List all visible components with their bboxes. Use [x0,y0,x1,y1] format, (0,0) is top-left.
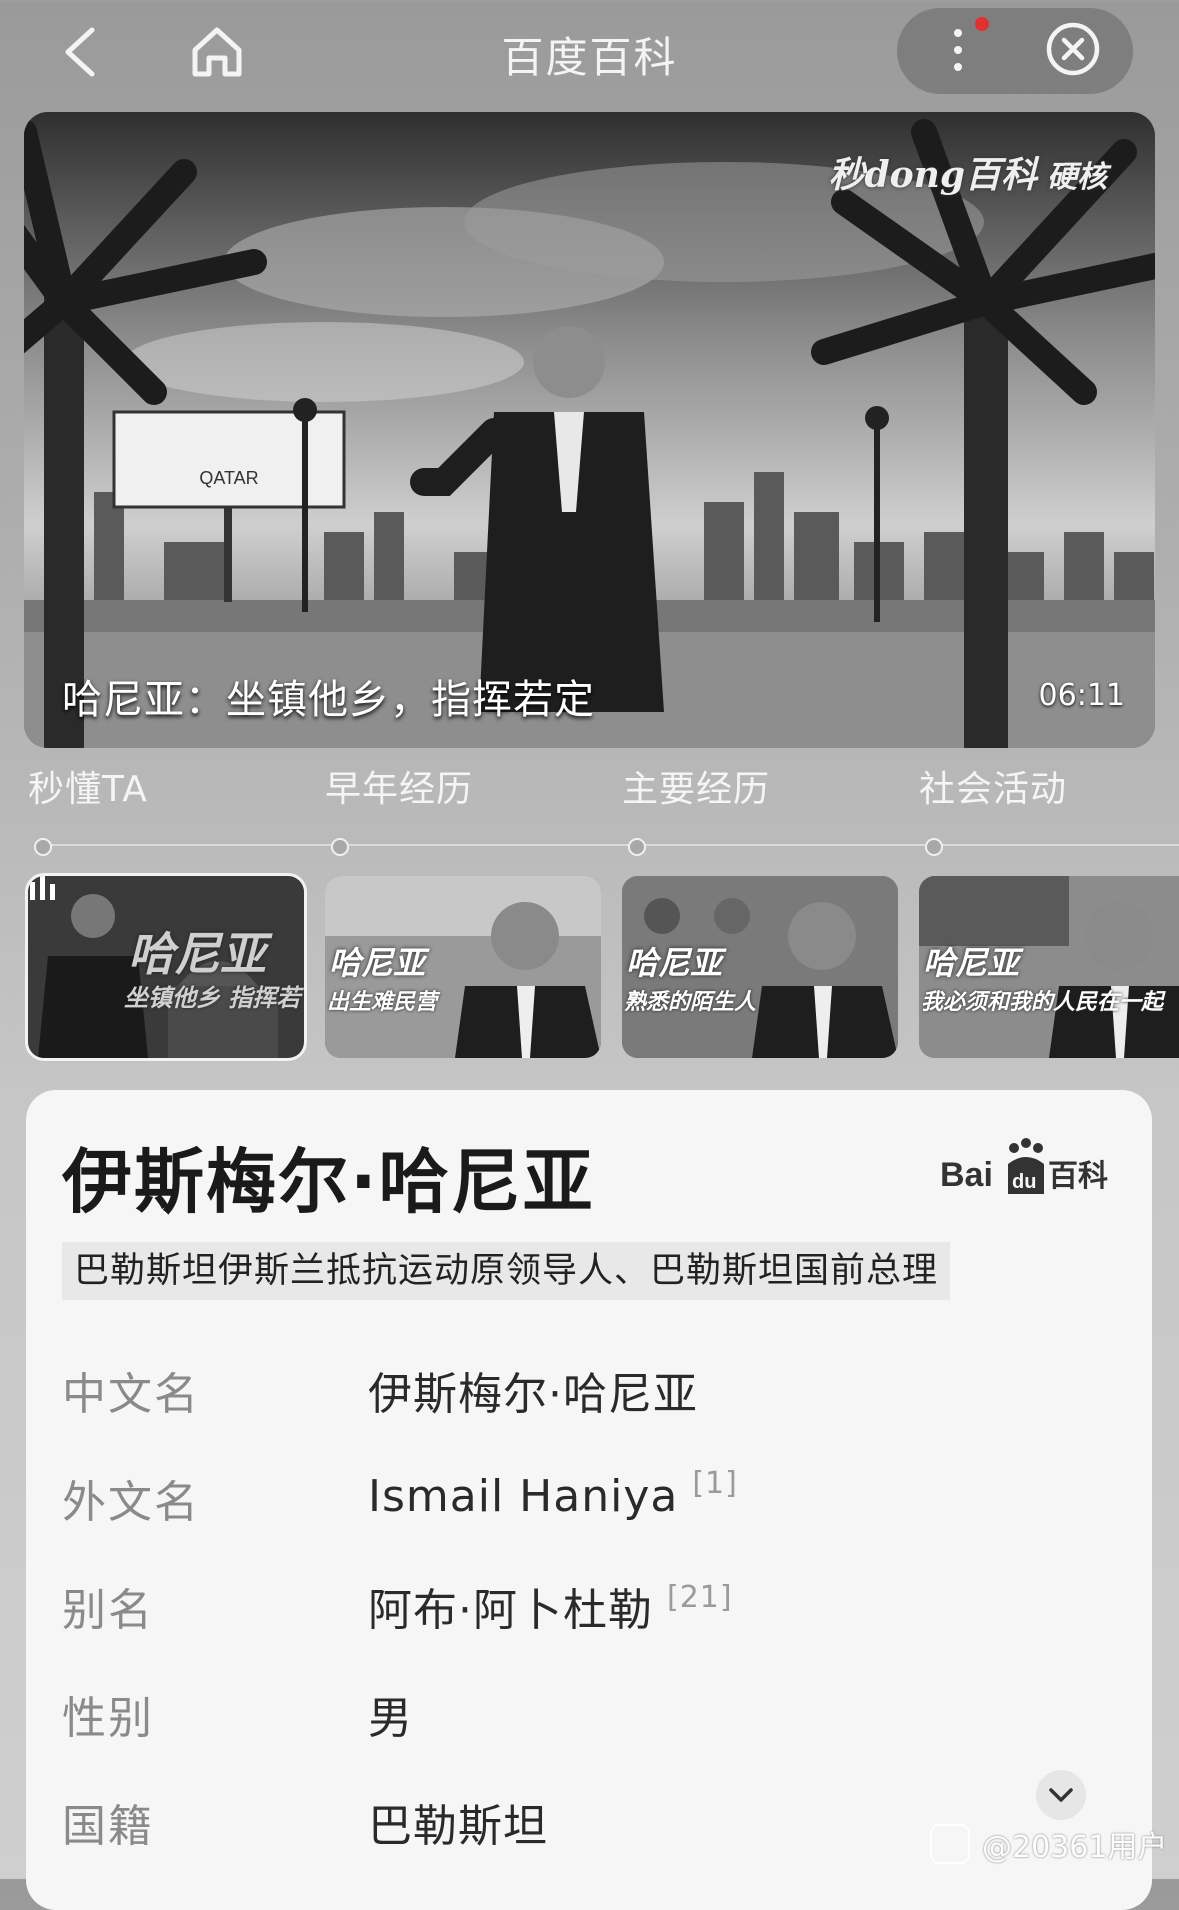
thumbnail-3[interactable]: 哈尼亚 我必须和我的人民在一起 [919,876,1179,1058]
chapter-thumbnails: 哈尼亚 坐镇他乡 指挥若 哈尼亚 出生难民营 哈尼亚 熟悉的陌生人 哈尼亚 我必… [0,873,1179,1061]
chapter-dot [628,838,646,856]
info-key: 中文名 [62,1369,200,1420]
video-subtitle: 哈尼亚：坐镇他乡，指挥若定 [62,677,595,723]
thumbnail-subtitle: 熟悉的陌生人 [624,990,757,1015]
thumbnail-subtitle: 我必须和我的人民在一起 [921,990,1164,1015]
reference-link[interactable]: [21] [667,1580,733,1615]
top-bar: 百度百科 [0,0,1179,105]
chapter-tab-3[interactable]: 社会活动 [919,760,1179,856]
info-row: 外文名 Ismail Haniya [1] [62,1462,1122,1570]
thumbnail-subtitle: 出生难民营 [327,990,438,1015]
chapter-tab-0[interactable]: 秒懂TA [28,760,308,856]
baidu-baike-logo: Bai du 百科 [940,1134,1120,1208]
chapter-dot [34,838,52,856]
video-player[interactable]: QATAR 秒dong百科 硬核 哈尼亚：坐镇他乡，指挥若定 06:11 [24,112,1155,748]
info-value-text: 巴勒斯坦 [368,1801,548,1852]
user-watermark-text: @20361用户 [982,1830,1168,1865]
chapter-dot [925,838,943,856]
info-value-text: 男 [368,1693,413,1744]
info-key: 性别 [62,1693,154,1744]
logo-text: Bai [940,1156,993,1194]
basic-info-list: 中文名 伊斯梅尔·哈尼亚 外文名 Ismail Haniya [1] 别名 阿布·… [62,1354,1122,1894]
info-row: 别名 阿布·阿卜杜勒 [21] [62,1570,1122,1678]
reference-link[interactable]: [1] [692,1466,738,1501]
chapter-label: 主要经历 [622,769,771,810]
thumbnail-title: 哈尼亚 [329,944,426,982]
more-vertical-icon [954,29,962,71]
thumbnail-title: 哈尼亚 [626,944,723,982]
chapter-tab-1[interactable]: 早年经历 [325,760,605,856]
info-row: 性别 男 [62,1678,1122,1786]
watermark-text: 秒dong百科 [828,154,1037,196]
info-value: 巴勒斯坦 [368,1790,548,1854]
logo-du-text: du [1012,1171,1036,1193]
info-row: 中文名 伊斯梅尔·哈尼亚 [62,1354,1122,1462]
chapter-label: 秒懂TA [28,769,148,810]
thumbnail-0[interactable]: 哈尼亚 坐镇他乡 指挥若 [25,873,307,1061]
video-duration: 06:11 [1038,678,1125,713]
app-badge-icon [930,1824,970,1864]
video-watermark: 秒dong百科 硬核 [828,146,1107,198]
chapter-dot [331,838,349,856]
logo-suffix: 百科 [1048,1159,1108,1194]
expand-button[interactable] [1036,1770,1086,1820]
info-key: 别名 [62,1585,154,1636]
thumbnail-title: 哈尼亚 [128,927,266,981]
watermark-tag: 硬核 [1047,160,1107,195]
info-value: 阿布·阿卜杜勒 [21] [368,1574,733,1638]
info-key: 外文名 [62,1477,200,1528]
entry-info-card: 伊斯梅尔·哈尼亚 Bai du 百科 巴勒斯坦伊斯兰抵抗运动原领导人、巴勒斯坦国… [26,1090,1152,1910]
thumbnail-subtitle: 坐镇他乡 指挥若 [124,984,301,1012]
chapter-tabs: 秒懂TA 早年经历 主要经历 社会活动 [0,760,1179,860]
info-value-text: 伊斯梅尔·哈尼亚 [368,1369,698,1420]
notification-dot [975,17,989,31]
info-value: 男 [368,1682,413,1746]
close-button[interactable] [1045,21,1101,77]
more-button[interactable] [938,22,978,78]
video-frame-image: QATAR [24,112,1155,748]
close-circle-icon [1046,22,1100,76]
chapter-tab-2[interactable]: 主要经历 [622,760,902,856]
thumbnail-title: 哈尼亚 [923,944,1020,982]
thumbnail-1[interactable]: 哈尼亚 出生难民营 [325,876,601,1058]
info-value: 伊斯梅尔·哈尼亚 [368,1358,698,1422]
playing-icon [30,876,55,900]
info-value: Ismail Haniya [1] [368,1466,738,1522]
chapter-label: 早年经历 [325,769,474,810]
billboard-text: QATAR [199,468,258,488]
chapter-label: 社会活动 [919,769,1068,810]
info-value-text: Ismail Haniya [368,1471,679,1522]
thumbnail-2[interactable]: 哈尼亚 熟悉的陌生人 [622,876,898,1058]
entry-description: 巴勒斯坦伊斯兰抵抗运动原领导人、巴勒斯坦国前总理 [62,1242,951,1300]
info-key: 国籍 [62,1801,154,1852]
user-watermark: @20361用户 [930,1822,1167,1866]
chevron-down-icon [1049,1788,1073,1802]
info-value-text: 阿布·阿卜杜勒 [368,1585,653,1636]
entry-name: 伊斯梅尔·哈尼亚 [62,1141,595,1223]
chapter-timeline [40,844,1179,846]
